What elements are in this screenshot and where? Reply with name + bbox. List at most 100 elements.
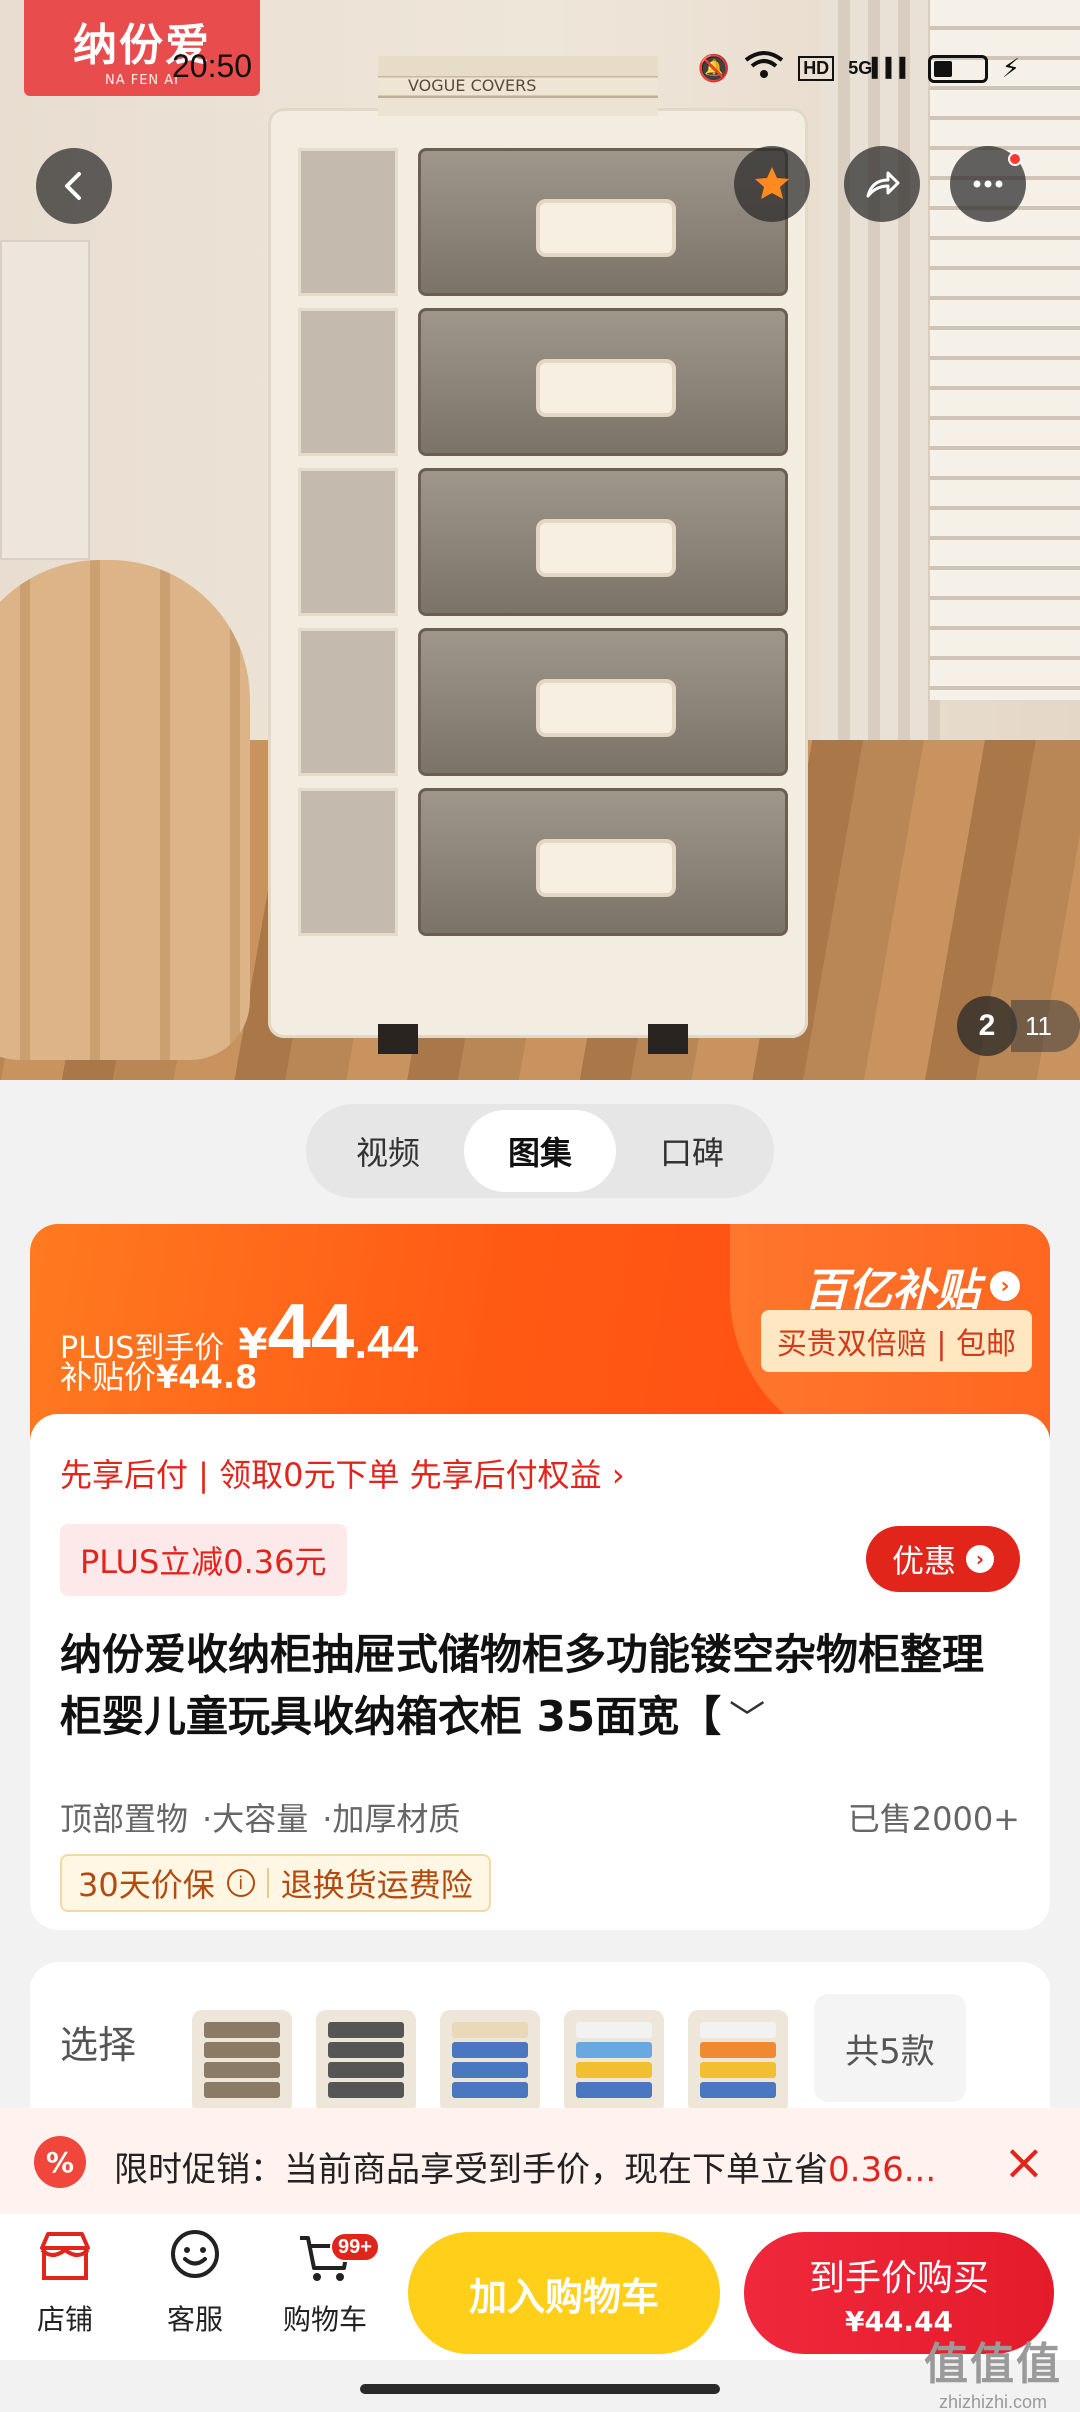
return-insurance-label: 退换货运费险: [280, 1866, 473, 1904]
promo-savings: 0.36...: [828, 2150, 937, 2190]
status-time: 20:50: [172, 48, 253, 84]
service-label: 客服: [166, 2303, 223, 2336]
charging-icon: ⚡: [1001, 53, 1020, 84]
sold-count: 已售2000+: [847, 1800, 1020, 1838]
drawer-handle: [536, 199, 676, 257]
pager-current: 2: [957, 996, 1017, 1056]
divider: [266, 1868, 269, 1898]
chat-smile-icon: [171, 2230, 219, 2278]
signal-5g-icon: 5G▍▍▍: [848, 58, 914, 78]
promo-bar[interactable]: % 限时促销：当前商品享受到手价，现在下单立省0.36... ×: [0, 2108, 1080, 2214]
side-slot: [298, 148, 398, 296]
percent-icon: %: [34, 2136, 86, 2188]
more-dots-icon: [973, 180, 1003, 188]
drawer: [418, 308, 788, 456]
variant-thumb[interactable]: [192, 2010, 292, 2114]
side-slot: [298, 308, 398, 456]
mute-icon: 🔕: [697, 53, 731, 84]
subsidy-value: ¥44.8: [156, 1358, 258, 1396]
back-button[interactable]: [36, 148, 112, 224]
drawer: [418, 148, 788, 296]
notification-dot: [1008, 152, 1022, 166]
add-to-cart-button[interactable]: 加入购物车: [408, 2232, 720, 2354]
variant-thumb[interactable]: [564, 2010, 664, 2114]
cabinet-leg: [648, 1024, 688, 1054]
cart-button[interactable]: 99+ 购物车: [270, 2226, 380, 2350]
side-slot: [298, 468, 398, 616]
status-icons: 🔕 HD 5G▍▍▍ ⚡: [698, 50, 1020, 87]
customer-service-button[interactable]: 客服: [140, 2226, 250, 2350]
storage-cabinet-image: VOGUE COVERS: [268, 56, 808, 1054]
variant-thumb[interactable]: [688, 2010, 788, 2114]
buy-now-label: 到手价购买: [808, 2257, 989, 2299]
feature-item: ·大容量: [202, 1800, 309, 1838]
hero-side-table: [0, 240, 90, 560]
campaign-name: 百亿补贴: [804, 1265, 980, 1316]
plus-discount-tag: PLUS立减0.36元: [60, 1524, 347, 1596]
book-cover-text: VOGUE COVERS: [408, 76, 537, 95]
media-tabs: 视频 图集 口碑: [306, 1104, 774, 1198]
home-indicator[interactable]: [360, 2384, 720, 2394]
chevron-right-icon: ›: [990, 1271, 1020, 1301]
product-image-gallery[interactable]: VOGUE COVERS: [0, 0, 1080, 1080]
service-guarantee[interactable]: 30天价保 i 退换货运费险: [60, 1854, 491, 1912]
variant-thumb[interactable]: [316, 2010, 416, 2114]
shop-icon: [40, 2232, 90, 2280]
bottom-action-bar: 店铺 客服 99+ 购物车 加入购物车 到手价购买 ¥44.44: [0, 2214, 1080, 2360]
watermark-en: zhizhizhi.com: [938, 2392, 1048, 2412]
pager-total: 11: [1011, 1000, 1080, 1052]
drawer: [418, 628, 788, 776]
share-button[interactable]: [844, 146, 920, 222]
pay-later-link[interactable]: 先享后付 | 领取0元下单 先享后付权益 ›: [60, 1450, 625, 1496]
side-slot: [298, 628, 398, 776]
subsidy-campaign-link[interactable]: 百亿补贴 ›: [804, 1254, 1020, 1318]
favorite-button[interactable]: [734, 146, 810, 222]
hero-sofa: [0, 560, 250, 1060]
feature-list: 顶部置物 ·大容量 ·加厚材质: [60, 1794, 460, 1840]
drawer-handle: [536, 519, 676, 577]
more-button[interactable]: [950, 146, 1026, 222]
tab-video[interactable]: 视频: [312, 1110, 464, 1192]
star-icon: [755, 167, 789, 199]
cart-label: 购物车: [282, 2303, 367, 2336]
variant-thumb[interactable]: [440, 2010, 540, 2114]
close-icon[interactable]: ×: [994, 2132, 1054, 2192]
brand-logo-en: NA FEN AI: [104, 72, 180, 88]
variant-selector[interactable]: 选择 共5款: [30, 1962, 1050, 2132]
variant-count[interactable]: 共5款: [814, 1994, 966, 2102]
deal-label: 优惠: [891, 1542, 956, 1580]
variant-label: 选择: [60, 2023, 137, 2067]
wifi-icon: [744, 50, 784, 87]
drawer-handle: [536, 359, 676, 417]
promo-text: 限时促销：当前商品享受到手价，现在下单立省0.36...: [114, 2142, 964, 2191]
promo-text-main: 限时促销：当前商品享受到手价，现在下单立省: [114, 2150, 828, 2190]
image-pager: 2 11: [957, 996, 1080, 1056]
hd-icon: HD: [798, 56, 835, 81]
feature-item: 顶部置物: [60, 1800, 189, 1838]
drawer: [418, 788, 788, 936]
info-icon: i: [226, 1869, 255, 1897]
campaign-tags: 买贵双倍赔 | 包邮: [760, 1310, 1032, 1372]
subsidy-price: 补贴价¥44.8: [60, 1352, 257, 1398]
product-title-text: 纳份爱收纳柜抽屉式储物柜多功能镂空杂物柜整理柜婴儿童玩具收纳箱衣柜 35面宽【: [60, 1630, 985, 1741]
drawer: [418, 468, 788, 616]
site-watermark: 值值值 zhizhizhi.com: [924, 2328, 1062, 2412]
price-decimal: .44: [354, 1316, 419, 1368]
shop-button[interactable]: 店铺: [10, 2226, 120, 2350]
product-title[interactable]: 纳份爱收纳柜抽屉式储物柜多功能镂空杂物柜整理柜婴儿童玩具收纳箱衣柜 35面宽【 ﹀: [60, 1624, 1020, 1748]
cabinet-leg: [378, 1024, 418, 1054]
deal-button[interactable]: 优惠 ›: [866, 1526, 1020, 1592]
product-info-card: 先享后付 | 领取0元下单 先享后付权益 › PLUS立减0.36元 优惠 › …: [30, 1414, 1050, 1930]
chevron-right-icon: ›: [966, 1545, 994, 1573]
battery-icon: [927, 54, 988, 83]
hero-blinds: [930, 0, 1080, 700]
drawer-handle: [536, 839, 676, 897]
shop-label: 店铺: [36, 2303, 93, 2336]
tab-reviews[interactable]: 口碑: [616, 1110, 768, 1192]
share-icon: [866, 171, 900, 198]
price-integer: 44: [267, 1287, 355, 1375]
chevron-down-icon[interactable]: ﹀: [729, 1699, 765, 1740]
network-type: 5G: [848, 58, 873, 78]
tab-gallery[interactable]: 图集: [464, 1110, 616, 1192]
subsidy-label: 补贴价: [60, 1358, 157, 1396]
